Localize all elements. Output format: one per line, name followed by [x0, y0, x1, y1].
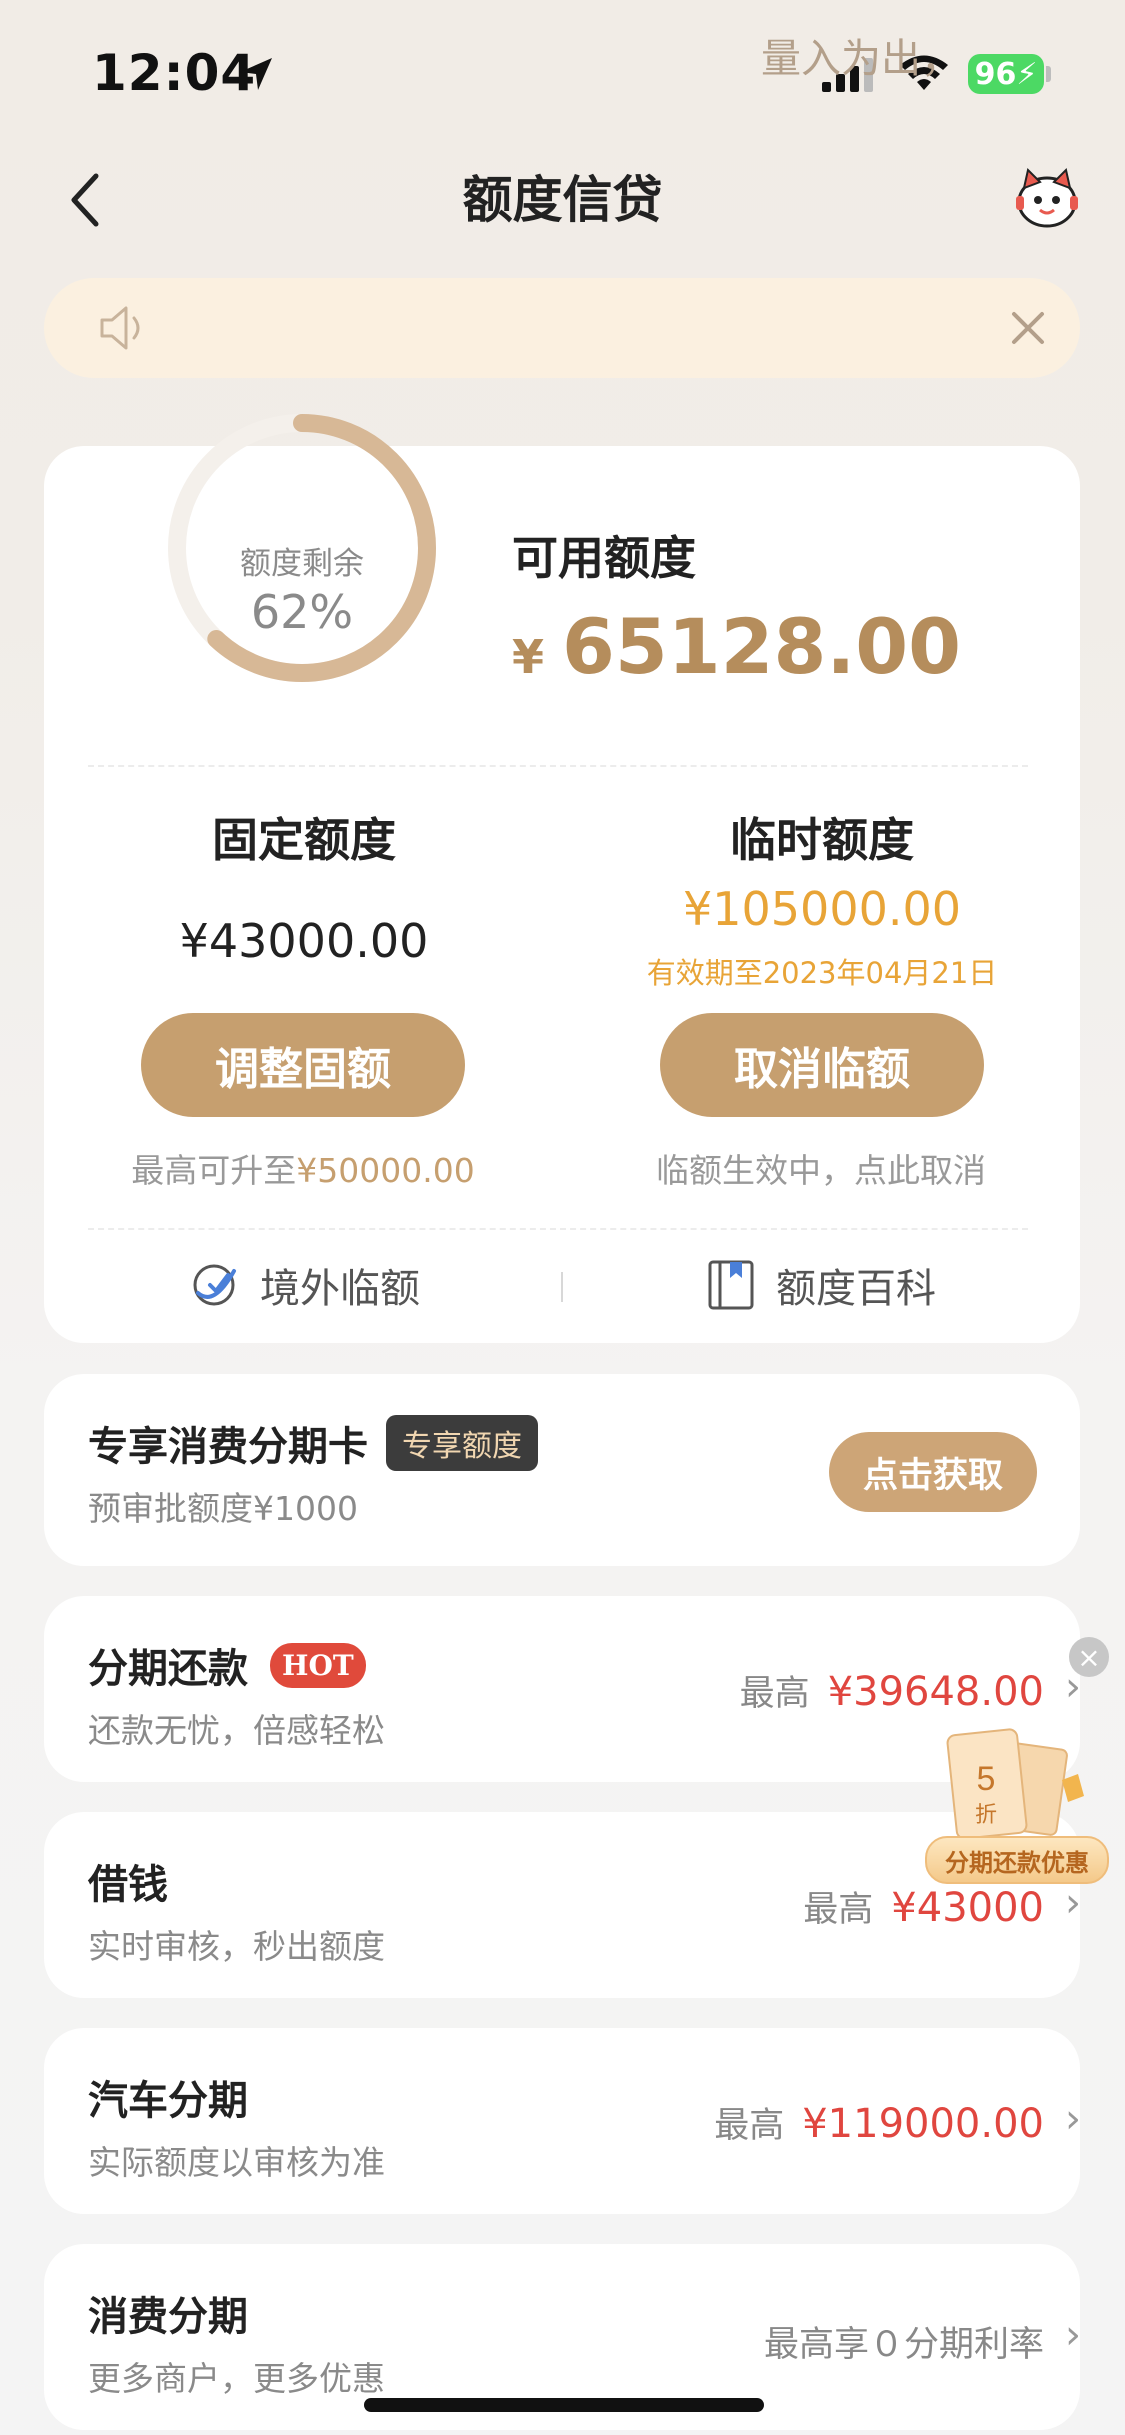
- item-max-amount: 最高 ¥39648.00: [739, 1669, 1044, 1715]
- customer-service-mascot-icon[interactable]: [1012, 166, 1082, 232]
- page-title: 额度信贷: [462, 171, 663, 229]
- item-subtitle: 更多商户，更多优惠: [88, 2359, 385, 2398]
- available-amount: 65128.00: [562, 602, 962, 691]
- available-credit-label: 可用额度: [512, 531, 696, 585]
- overseas-link-label: 境外临额: [260, 1266, 420, 1312]
- exclusive-subtitle: 预审批额度¥1000: [88, 1489, 358, 1528]
- fixed-credit-hint: 最高可升至¥50000.00: [131, 1151, 475, 1190]
- credit-wiki-link[interactable]: 额度百科: [706, 1256, 936, 1314]
- fixed-credit-title: 固定额度: [212, 813, 396, 867]
- temp-credit-value: ¥105000.00: [682, 882, 962, 936]
- item-title: 消费分期: [88, 2294, 248, 2340]
- promo-discount-unit: 折: [975, 1803, 997, 1828]
- item-max-amount: 最高 ¥43000: [803, 1885, 1044, 1931]
- remaining-percent: 62%: [250, 585, 354, 639]
- divider: [88, 765, 1028, 767]
- link-separator: [561, 1272, 563, 1302]
- item-subtitle: 实际额度以审核为准: [88, 2143, 385, 2182]
- notice-bar: [44, 278, 1080, 378]
- divider: [88, 1228, 1028, 1230]
- speaker-icon: [100, 306, 140, 350]
- close-icon[interactable]: [1010, 310, 1046, 346]
- temp-credit-hint[interactable]: 临额生效中，点此取消: [541, 1144, 1101, 1192]
- exclusive-title: 专享消费分期卡: [88, 1424, 368, 1470]
- hot-badge: HOT: [270, 1642, 366, 1688]
- promo-discount-number: 5: [977, 1760, 996, 1798]
- item-max-text: 最高享０分期利率: [763, 2325, 1044, 2365]
- exclusive-title-row: 专享消费分期卡 专享额度: [88, 1414, 538, 1472]
- item-title: 汽车分期: [88, 2078, 248, 2124]
- status-time: 12:04: [92, 44, 257, 102]
- battery-indicator: 96 ⚡: [968, 54, 1044, 94]
- chevron-right-icon: ›: [1065, 2096, 1081, 2142]
- overseas-temp-credit-link[interactable]: 境外临额: [188, 1256, 420, 1314]
- discount-coupon-icon[interactable]: 5 折: [944, 1722, 1090, 1846]
- remaining-label: 额度剩余: [240, 546, 364, 582]
- globe-plane-icon: [193, 1264, 236, 1306]
- exclusive-tag: 专享额度: [386, 1415, 538, 1471]
- get-now-button[interactable]: 点击获取: [829, 1432, 1037, 1512]
- currency-symbol: ¥: [512, 630, 545, 684]
- battery-nub: [1046, 66, 1051, 82]
- cancel-temp-button[interactable]: 取消临额: [660, 1013, 984, 1117]
- item-subtitle: 实时审核，秒出额度: [88, 1927, 385, 1966]
- available-credit-value: ¥65128.00: [512, 602, 961, 691]
- temp-credit-validity: 有效期至2023年04月21日: [646, 956, 998, 990]
- notice-text: 量入为出，: [761, 36, 961, 82]
- item-max-amount: 最高 ¥119000.00: [714, 2101, 1044, 2147]
- book-icon: [708, 1260, 754, 1310]
- promo-label[interactable]: 分期还款优惠: [925, 1836, 1109, 1884]
- item-title: 分期还款: [88, 1646, 248, 1692]
- fixed-credit-value: ¥43000.00: [179, 914, 429, 968]
- item-subtitle: 还款无忧，倍感轻松: [88, 1711, 385, 1750]
- chevron-right-icon: ›: [1065, 2312, 1081, 2358]
- temp-credit-title: 临时额度: [730, 813, 914, 867]
- item-title-row: 分期还款 HOT: [88, 1636, 366, 1694]
- home-indicator: [364, 2398, 764, 2412]
- chevron-right-icon: ›: [1065, 1880, 1081, 1926]
- adjust-fixed-button[interactable]: 调整固额: [141, 1013, 465, 1117]
- location-arrow-icon: [240, 58, 272, 90]
- item-title: 借钱: [88, 1862, 168, 1908]
- wiki-link-label: 额度百科: [776, 1266, 936, 1312]
- promo-close-icon[interactable]: ×: [1069, 1637, 1109, 1677]
